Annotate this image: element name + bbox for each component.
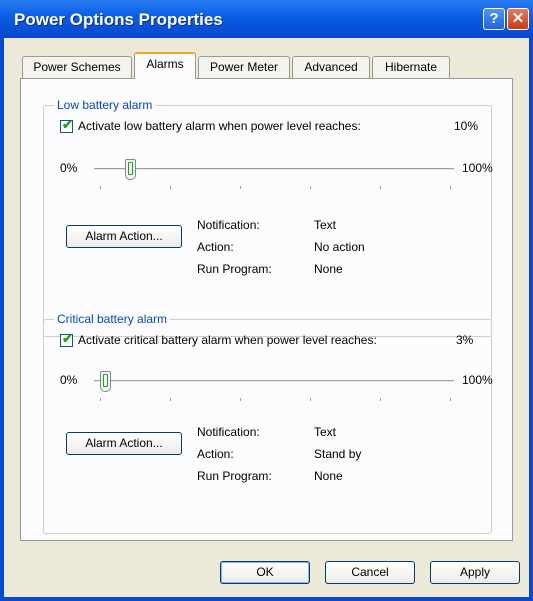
critical-slider-max-label: 100% — [462, 373, 493, 387]
slider-tick — [380, 186, 381, 189]
title-bar[interactable]: Power Options Properties ? ✕ — [0, 0, 533, 38]
low-battery-slider-thumb[interactable] — [125, 159, 136, 180]
tab-alarms[interactable]: Alarms — [134, 52, 196, 79]
alarms-tab-panel: Low battery alarm ✔ Activate low battery… — [20, 78, 513, 541]
slider-tick — [310, 398, 311, 401]
slider-tick — [240, 186, 241, 189]
low-run-program-value: None — [314, 262, 343, 276]
close-button[interactable]: ✕ — [507, 8, 529, 30]
low-alarm-action-button[interactable]: Alarm Action... — [66, 225, 182, 248]
slider-tick — [310, 186, 311, 189]
critical-notification-value: Text — [314, 425, 337, 439]
tab-advanced[interactable]: Advanced — [292, 56, 370, 78]
low-battery-alarm-legend: Low battery alarm — [54, 98, 156, 112]
critical-notification-label: Notification: — [197, 425, 260, 439]
dialog-client-area: Power Schemes Alarms Power Meter Advance… — [4, 38, 529, 597]
low-action-value: No action — [314, 240, 365, 254]
low-battery-level-value: 10% — [454, 119, 479, 133]
critical-battery-alarm-group: Critical battery alarm ✔ Activate critic… — [43, 312, 493, 534]
critical-battery-alarm-checkbox-label: Activate critical battery alarm when pow… — [78, 333, 377, 347]
critical-battery-alarm-checkbox[interactable]: ✔ — [60, 331, 73, 347]
critical-run-program-value: None — [314, 469, 343, 483]
slider-tick — [170, 398, 171, 401]
help-button[interactable]: ? — [483, 8, 505, 30]
tab-power-meter[interactable]: Power Meter — [198, 56, 290, 78]
slider-tick — [100, 398, 101, 401]
tab-power-schemes[interactable]: Power Schemes — [22, 56, 132, 78]
cancel-button[interactable]: Cancel — [325, 561, 415, 584]
tab-hibernate[interactable]: Hibernate — [372, 56, 450, 78]
critical-alarm-action-button[interactable]: Alarm Action... — [66, 432, 182, 455]
ok-button[interactable]: OK — [220, 561, 310, 584]
slider-tick — [450, 398, 451, 401]
critical-battery-alarm-legend: Critical battery alarm — [54, 312, 171, 326]
slider-tick — [380, 398, 381, 401]
critical-battery-slider-thumb[interactable] — [99, 371, 111, 392]
low-battery-alarm-checkbox[interactable]: ✔ — [60, 117, 73, 133]
apply-button[interactable]: Apply — [430, 561, 520, 584]
checkmark-icon: ✔ — [62, 117, 73, 132]
low-slider-max-label: 100% — [462, 161, 493, 175]
window-title: Power Options Properties — [14, 10, 223, 29]
critical-battery-level-value: 3% — [456, 333, 474, 347]
power-options-window: Power Options Properties ? ✕ Power Schem… — [0, 0, 533, 601]
low-battery-alarm-group: Low battery alarm ✔ Activate low battery… — [43, 98, 493, 337]
critical-battery-slider-track[interactable] — [94, 380, 454, 383]
critical-run-program-label: Run Program: — [197, 469, 272, 483]
slider-tick — [450, 186, 451, 189]
low-notification-label: Notification: — [197, 218, 260, 232]
checkmark-icon: ✔ — [62, 331, 73, 346]
low-run-program-label: Run Program: — [197, 262, 272, 276]
low-battery-slider-track[interactable] — [94, 168, 454, 171]
low-battery-alarm-checkbox-label: Activate low battery alarm when power le… — [78, 119, 361, 133]
low-notification-value: Text — [314, 218, 337, 232]
slider-tick — [170, 186, 171, 189]
critical-slider-min-label: 0% — [60, 373, 78, 387]
slider-tick — [240, 398, 241, 401]
slider-tick — [100, 186, 101, 189]
critical-action-value: Stand by — [314, 447, 362, 461]
low-action-label: Action: — [197, 240, 234, 254]
critical-action-label: Action: — [197, 447, 234, 461]
low-slider-min-label: 0% — [60, 161, 78, 175]
